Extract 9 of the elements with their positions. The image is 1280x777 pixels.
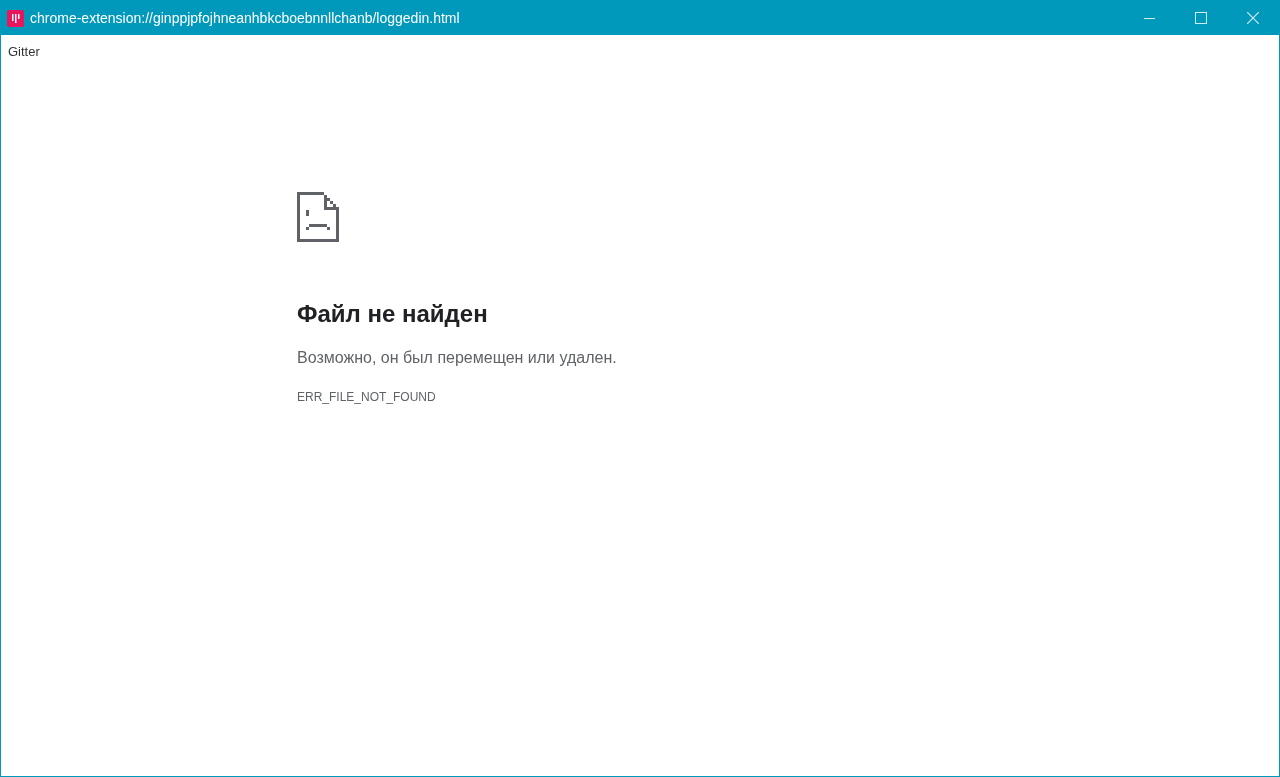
- window-title: chrome-extension://ginppjpfojhneanhbkcboebnnllchanb/loggedin.html: [30, 8, 460, 28]
- app-logo-icon: [7, 9, 24, 27]
- error-code: ERR_FILE_NOT_FOUND: [297, 388, 436, 406]
- maximize-icon: [1195, 12, 1207, 24]
- error-heading: Файл не найден: [297, 298, 488, 329]
- error-message: Возможно, он был перемещен или удален.: [297, 347, 617, 368]
- sad-file-icon: [297, 191, 339, 242]
- page-label: Gitter: [8, 43, 40, 61]
- close-icon: [1247, 12, 1259, 24]
